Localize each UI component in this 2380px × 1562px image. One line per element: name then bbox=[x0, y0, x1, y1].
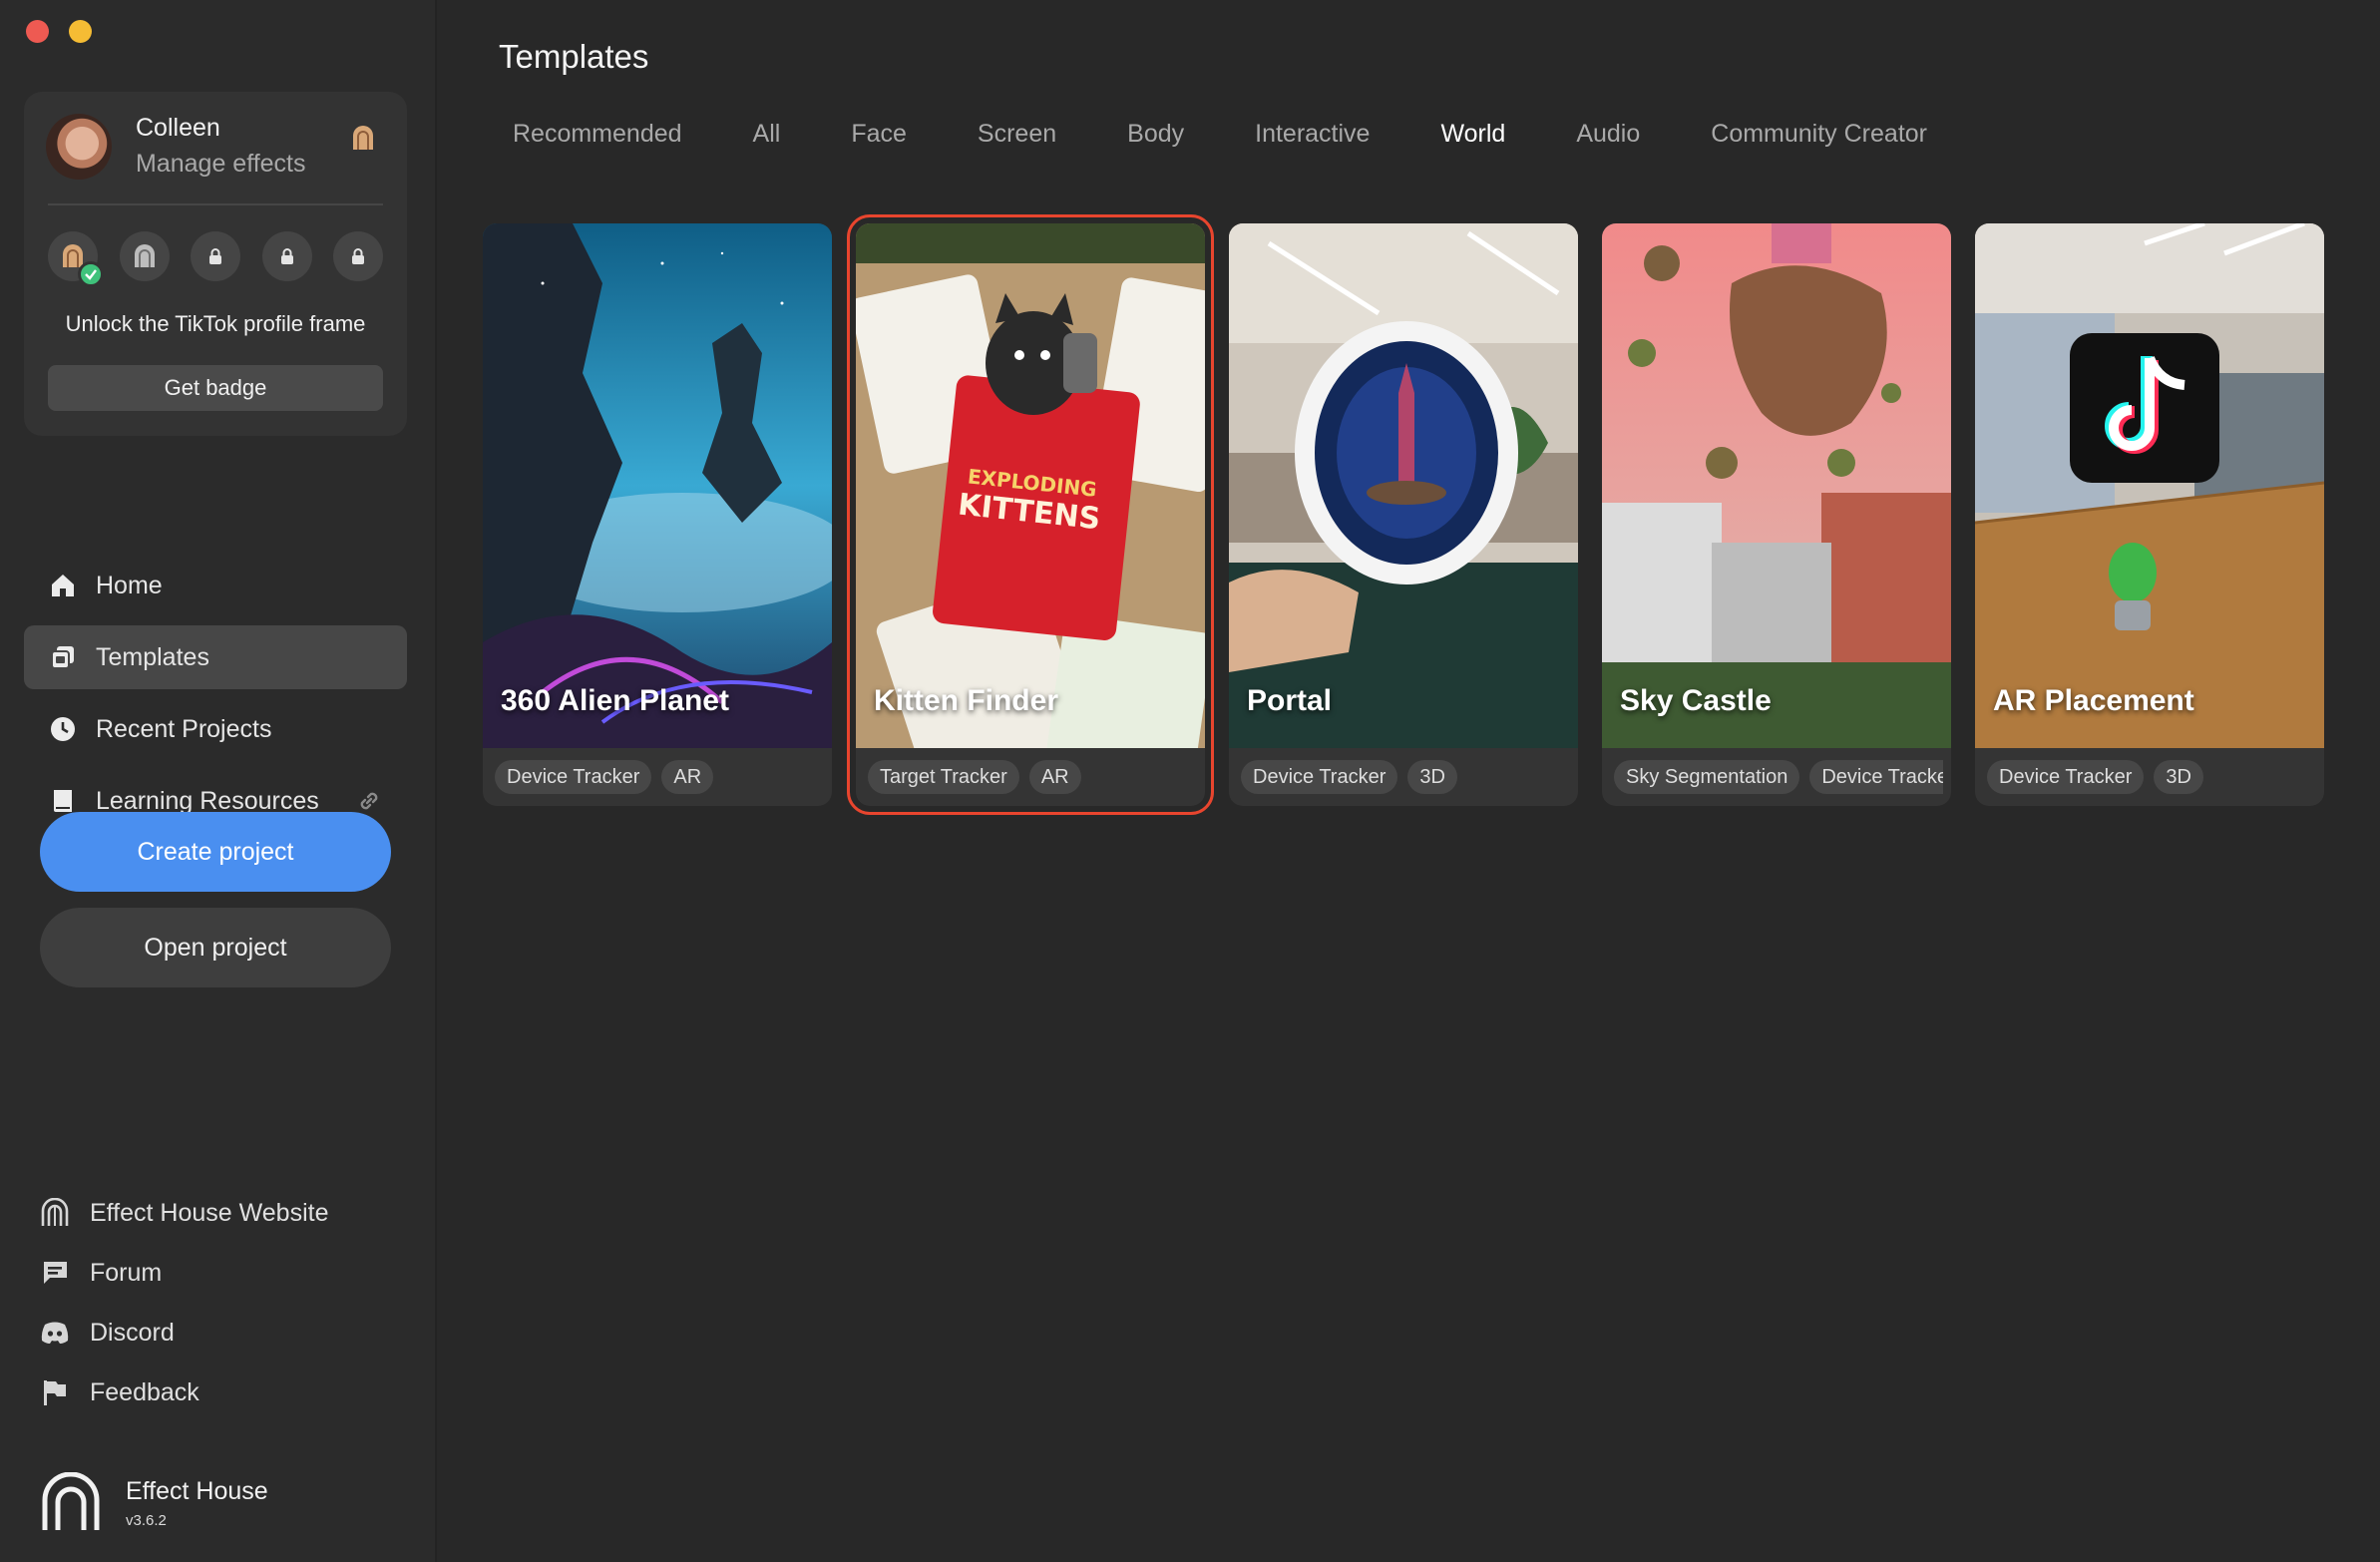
tag: Sky Segmentation bbox=[1614, 760, 1800, 794]
template-card-360-alien-planet[interactable]: 360 Alien Planet Device Tracker AR bbox=[483, 223, 832, 806]
tag: Device Tracker bbox=[495, 760, 652, 794]
footer-link-label: Forum bbox=[90, 1258, 163, 1287]
clock-icon bbox=[48, 714, 78, 744]
template-title: 360 Alien Planet bbox=[501, 684, 729, 717]
template-title: Portal bbox=[1247, 684, 1333, 717]
footer-link-label: Discord bbox=[90, 1318, 175, 1347]
effect-house-badge-icon bbox=[353, 126, 373, 150]
sidebar-nav: Home Templates Recent Projects Learning … bbox=[24, 554, 407, 841]
sidebar-item-templates[interactable]: Templates bbox=[24, 625, 407, 689]
lock-icon bbox=[209, 248, 221, 264]
discord-icon bbox=[38, 1316, 72, 1350]
app-brand: Effect House v3.6.2 bbox=[40, 1472, 268, 1534]
template-tags: Device Tracker AR bbox=[495, 760, 824, 794]
app-version: v3.6.2 bbox=[126, 1512, 167, 1529]
template-thumbnail bbox=[1975, 223, 2324, 748]
template-thumbnail bbox=[1602, 223, 1951, 748]
unlock-profile-frame-text: Unlock the TikTok profile frame bbox=[65, 311, 366, 336]
page-title: Templates bbox=[499, 38, 649, 75]
tag: Device Tracker bbox=[1809, 760, 1943, 794]
sidebar-item-label: Templates bbox=[96, 642, 209, 671]
tab-community-creator[interactable]: Community Creator bbox=[1711, 120, 1927, 149]
tab-interactive[interactable]: Interactive bbox=[1255, 120, 1370, 149]
arch-badge-icon bbox=[134, 244, 155, 267]
badge-locked[interactable] bbox=[191, 231, 240, 281]
template-thumbnail bbox=[1229, 223, 1578, 748]
template-card-kitten-finder[interactable]: EXPLODING KITTENS Kitten Finder Target T… bbox=[847, 214, 1214, 815]
check-icon bbox=[78, 261, 104, 287]
avatar[interactable] bbox=[46, 114, 112, 180]
tab-recommended[interactable]: Recommended bbox=[513, 120, 682, 149]
tab-audio[interactable]: Audio bbox=[1576, 120, 1640, 149]
effect-house-icon bbox=[38, 1196, 72, 1230]
sidebar-item-recent-projects[interactable]: Recent Projects bbox=[24, 697, 407, 761]
forum-icon bbox=[38, 1256, 72, 1290]
badge-available[interactable] bbox=[119, 231, 170, 281]
discord-link[interactable]: Discord bbox=[38, 1303, 328, 1363]
tab-face[interactable]: Face bbox=[851, 120, 907, 149]
open-project-button[interactable]: Open project bbox=[40, 908, 391, 987]
template-title: Sky Castle bbox=[1620, 684, 1772, 717]
forum-link[interactable]: Forum bbox=[38, 1243, 328, 1303]
badge-locked[interactable] bbox=[333, 231, 383, 281]
footer-link-label: Feedback bbox=[90, 1377, 199, 1406]
minimize-window-button[interactable] bbox=[69, 20, 92, 43]
feedback-link[interactable]: Feedback bbox=[38, 1363, 328, 1422]
sidebar: Colleen Manage effects Unlock the TikTok… bbox=[0, 0, 437, 1562]
tab-all[interactable]: All bbox=[753, 120, 781, 149]
app-name: Effect House bbox=[126, 1477, 268, 1505]
profile-divider bbox=[48, 203, 383, 205]
main-content: Templates Recommended All Face Screen Bo… bbox=[439, 0, 2380, 1562]
template-card-portal[interactable]: Portal Device Tracker 3D bbox=[1229, 223, 1578, 806]
tag: Device Tracker bbox=[1987, 760, 2145, 794]
effect-house-website-link[interactable]: Effect House Website bbox=[38, 1183, 328, 1243]
template-tags: Sky Segmentation Device Tracker bbox=[1614, 760, 1943, 794]
template-tags: Device Tracker 3D bbox=[1241, 760, 1570, 794]
tag: 3D bbox=[1407, 760, 1457, 794]
template-tags: Device Tracker 3D bbox=[1987, 760, 2316, 794]
badge-row bbox=[48, 231, 383, 287]
template-title: AR Placement bbox=[1993, 684, 2194, 717]
footer-link-label: Effect House Website bbox=[90, 1198, 329, 1227]
template-card-sky-castle[interactable]: Sky Castle Sky Segmentation Device Track… bbox=[1602, 223, 1951, 806]
lock-icon bbox=[352, 248, 364, 264]
lock-icon bbox=[280, 248, 293, 264]
template-title: Kitten Finder bbox=[874, 684, 1058, 717]
get-badge-button[interactable]: Get badge bbox=[48, 365, 383, 411]
badge-locked[interactable] bbox=[261, 231, 312, 281]
home-icon bbox=[48, 571, 78, 600]
tag: Device Tracker bbox=[1241, 760, 1398, 794]
template-tags: Target Tracker AR bbox=[868, 760, 1197, 794]
template-thumbnail bbox=[483, 223, 832, 748]
flag-icon bbox=[38, 1375, 72, 1409]
tab-screen[interactable]: Screen bbox=[978, 120, 1056, 149]
create-project-button[interactable]: Create project bbox=[40, 812, 391, 892]
manage-effects-link[interactable]: Manage effects bbox=[136, 150, 305, 179]
template-card-ar-placement[interactable]: AR Placement Device Tracker 3D bbox=[1975, 223, 2324, 806]
close-window-button[interactable] bbox=[26, 20, 49, 43]
effect-house-logo-icon bbox=[42, 1472, 100, 1530]
profile-name[interactable]: Colleen bbox=[136, 114, 220, 143]
tag: AR bbox=[661, 760, 714, 794]
templates-icon bbox=[48, 642, 78, 672]
tag: AR bbox=[1028, 760, 1081, 794]
sidebar-item-label: Recent Projects bbox=[96, 714, 272, 743]
badge-earned[interactable] bbox=[48, 231, 104, 287]
tab-body[interactable]: Body bbox=[1127, 120, 1184, 149]
footer-links: Effect House Website Forum Discord Feedb… bbox=[38, 1183, 328, 1422]
sidebar-item-label: Home bbox=[96, 571, 163, 599]
profile-card: Colleen Manage effects Unlock the TikTok… bbox=[24, 92, 407, 436]
tag: 3D bbox=[2154, 760, 2203, 794]
template-category-tabs: Recommended All Face Screen Body Interac… bbox=[513, 120, 1998, 149]
tab-world[interactable]: World bbox=[1440, 120, 1505, 149]
sidebar-item-home[interactable]: Home bbox=[24, 554, 407, 617]
window-controls bbox=[26, 20, 92, 43]
tag: Target Tracker bbox=[868, 760, 1019, 794]
external-link-icon[interactable] bbox=[355, 787, 383, 815]
